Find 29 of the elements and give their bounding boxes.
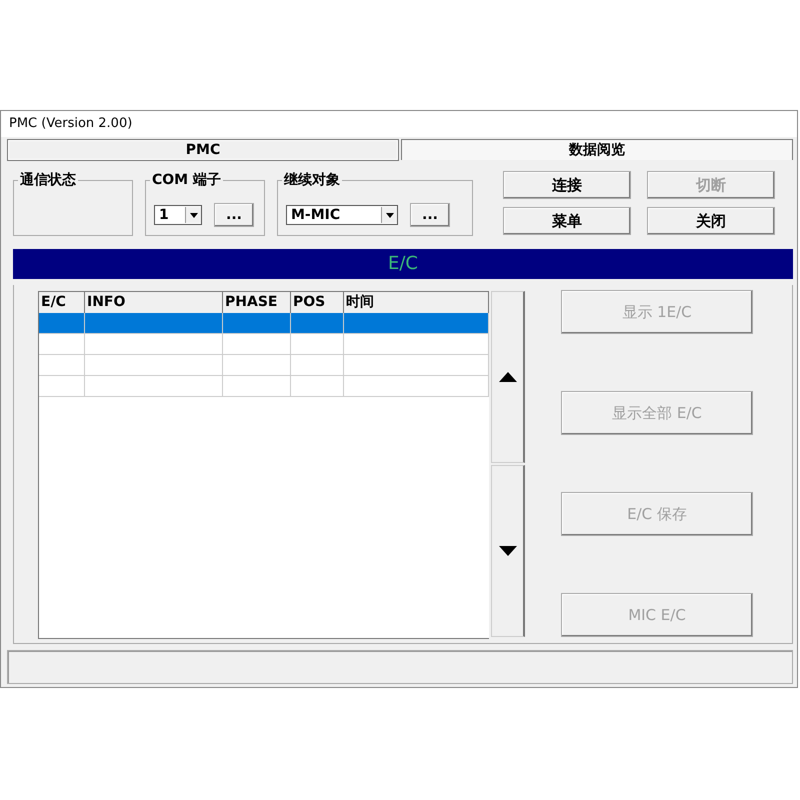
tab[interactable]: PMC [7, 139, 399, 161]
group-label: 继续对象 [282, 171, 342, 189]
column-header: E/C [39, 292, 85, 314]
tab[interactable]: 数据阅览 [401, 139, 793, 160]
browse-button[interactable]: ... [410, 203, 450, 227]
action-button[interactable]: 关闭 [647, 207, 775, 235]
window-title: PMC (Version 2.00) [1, 111, 797, 137]
table-row[interactable] [39, 376, 489, 397]
dropdown-arrow-icon [386, 212, 394, 218]
column-header: INFO [85, 292, 223, 314]
section-title-bar: E/C [13, 249, 793, 279]
up-triangle-icon [498, 372, 516, 382]
target-dropdown[interactable]: M-MIC [286, 205, 398, 225]
dropdown-arrow-icon [190, 212, 198, 218]
scroll-down-button[interactable] [491, 465, 525, 637]
column-header: 时间 [344, 292, 489, 314]
column-header: POS [291, 292, 344, 314]
down-triangle-icon [498, 546, 516, 556]
scroll-up-button[interactable] [491, 291, 525, 463]
table-row[interactable] [39, 355, 489, 376]
table-row[interactable] [39, 334, 489, 355]
browse-button[interactable]: ... [214, 203, 254, 227]
column-header: PHASE [223, 292, 291, 314]
group-label: COM 端子 [150, 171, 223, 189]
action-button[interactable]: 连接 [503, 171, 631, 199]
table-row[interactable] [39, 313, 489, 334]
action-button[interactable]: 菜单 [503, 207, 631, 235]
com-port-dropdown[interactable]: 1 [154, 205, 202, 225]
group-label: 通信状态 [18, 171, 78, 189]
